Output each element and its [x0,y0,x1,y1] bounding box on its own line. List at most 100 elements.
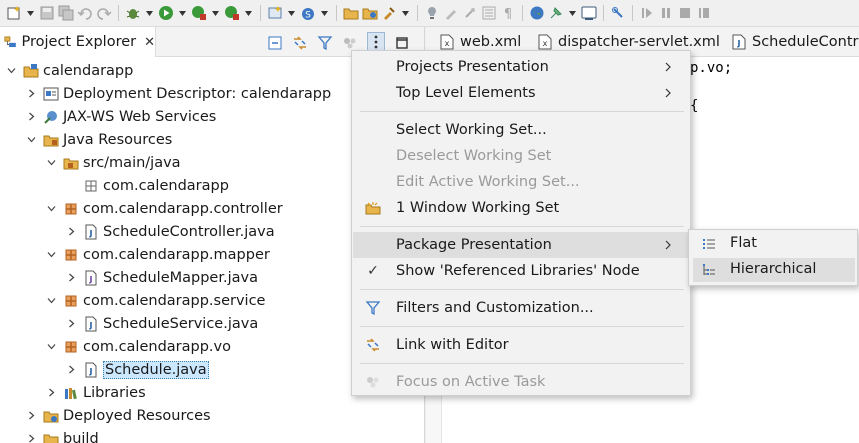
tab-schedule-controller[interactable]: J ScheduleContro [732,27,859,56]
pin-dropdown-icon[interactable] [567,5,577,21]
view-menu-icon[interactable] [367,32,385,52]
web-browser-icon[interactable] [529,5,545,21]
run-icon[interactable] [158,5,174,21]
tree-item-java-resources[interactable]: Java Resources [26,128,172,151]
close-icon[interactable]: ✕ [144,35,155,50]
menu-item-top-level-elements[interactable]: Top Level Elements [353,80,689,106]
paragraph-icon[interactable]: ¶ [500,5,516,21]
new-server-dropdown-icon[interactable] [286,5,296,21]
tree-item-src-main-java[interactable]: src/main/java [46,151,181,174]
chevron-down-icon[interactable] [6,66,16,76]
new-server-icon[interactable] [267,5,283,21]
tree-item-label: Java Resources [63,131,173,148]
pin-icon[interactable] [548,5,564,21]
search-dropdown-icon[interactable] [400,5,410,21]
external-tools-dropdown-icon[interactable] [243,5,253,21]
tree-item-schedule-java[interactable]: J Schedule.java [66,358,209,381]
menu-item-package-presentation[interactable]: Package Presentation [353,232,689,258]
tab-project-explorer[interactable]: Project Explorer ✕ [0,27,156,57]
task-icon[interactable] [424,5,440,21]
step-icon[interactable] [696,5,712,21]
xml-file-icon: x [440,34,454,50]
tree-item-schedule-service[interactable]: J ScheduleService.java [66,312,258,335]
tree-item-build[interactable]: build [26,427,99,443]
chevron-right-icon[interactable] [66,227,76,237]
tree-item-vo-package[interactable]: com.calendarapp.vo [46,335,231,358]
tree-item-label: ScheduleController.java [103,223,275,240]
terminate-icon[interactable] [677,5,693,21]
chevron-right-icon[interactable] [26,411,36,421]
tree-item-schedule-mapper[interactable]: J ScheduleMapper.java [66,266,258,289]
code-line[interactable]: p.vo; [690,60,732,76]
new-dropdown-icon[interactable] [25,5,35,21]
tree-item-service-package[interactable]: com.calendarapp.service [46,289,265,312]
tree-item-com-calendarapp[interactable]: com.calendarapp [66,174,229,197]
toggle-mark-icon[interactable] [443,5,459,21]
tree-item-deployed-resources[interactable]: Deployed Resources [26,404,211,427]
new-java-class-icon[interactable]: S [300,5,316,21]
chevron-down-icon[interactable] [46,296,56,306]
tree-item-jax-ws[interactable]: JAX-WS Web Services [26,105,216,128]
code-line[interactable]: { [690,98,698,114]
chevron-right-icon[interactable] [26,112,36,122]
collapse-all-icon[interactable] [267,35,283,51]
menu-item-projects-presentation[interactable]: Projects Presentation [353,54,689,80]
submenu-item-flat[interactable]: Flat [693,232,855,256]
breakpoint-icon[interactable] [610,5,626,21]
new-icon[interactable] [6,5,22,21]
show-whitespace-icon[interactable] [462,5,478,21]
chevron-right-icon[interactable] [26,89,36,99]
menu-item-filters-customization[interactable]: Filters and Customization... [353,295,689,321]
menu-item-show-referenced-libraries[interactable]: ✓ Show 'Referenced Libraries' Node [353,258,689,284]
tree-item-label: Deployed Resources [63,407,211,424]
toolbar-separator [522,5,523,21]
filter-icon[interactable] [317,35,333,51]
block-selection-icon[interactable] [481,5,497,21]
chevron-down-icon[interactable] [26,135,36,145]
debug-icon[interactable] [125,5,141,21]
new-class-dropdown-icon[interactable] [319,5,329,21]
debug-dropdown-icon[interactable] [144,5,154,21]
search-icon[interactable] [381,5,397,21]
chevron-right-icon[interactable] [26,434,36,443]
chevron-right-icon[interactable] [46,388,56,398]
package-icon [63,247,79,263]
chevron-down-icon[interactable] [46,250,56,260]
run-coverage-icon[interactable] [191,5,207,21]
suspend-icon[interactable] [658,5,674,21]
menu-item-label: Focus on Active Task [396,374,546,390]
menu-item-link-with-editor[interactable]: Link with Editor [353,332,689,358]
undo-icon[interactable] [77,5,93,21]
tree-item-controller-package[interactable]: com.calendarapp.controller [46,197,283,220]
tree-item-calendarapp[interactable]: calendarapp [6,59,133,82]
tree-item-deployment-descriptor[interactable]: Deployment Descriptor: calendarapp [26,82,331,105]
external-tools-icon[interactable] [224,5,240,21]
svg-text:J: J [89,275,93,284]
save-icon[interactable] [39,5,55,21]
tree-item-mapper-package[interactable]: com.calendarapp.mapper [46,243,270,266]
run-dropdown-icon[interactable] [177,5,187,21]
coverage-dropdown-icon[interactable] [210,5,220,21]
chevron-right-icon[interactable] [66,365,76,375]
chevron-down-icon[interactable] [46,204,56,214]
open-type-icon[interactable] [343,5,359,21]
chevron-down-icon[interactable] [46,342,56,352]
resume-icon[interactable] [639,5,655,21]
open-task-icon[interactable] [362,5,378,21]
submenu-item-hierarchical[interactable]: Hierarchical [693,258,855,282]
tree-item-schedule-controller[interactable]: J ScheduleController.java [66,220,275,243]
link-editor-icon[interactable] [292,35,308,51]
redo-icon[interactable] [96,5,112,21]
menu-item-label: Select Working Set... [396,122,547,138]
save-all-icon[interactable] [58,5,74,21]
tree-item-libraries[interactable]: Libraries [46,381,146,404]
menu-item-select-working-set[interactable]: Select Working Set... [353,117,689,143]
chevron-right-icon[interactable] [66,319,76,329]
chevron-down-icon[interactable] [46,158,56,168]
empty-package-icon [83,178,99,194]
chevron-right-icon[interactable] [66,273,76,283]
menu-item-window-working-set[interactable]: 1 Window Working Set [353,195,689,221]
console-icon[interactable] [581,5,597,21]
minimize-icon[interactable] [394,35,410,51]
focus-task-icon[interactable] [342,35,358,51]
